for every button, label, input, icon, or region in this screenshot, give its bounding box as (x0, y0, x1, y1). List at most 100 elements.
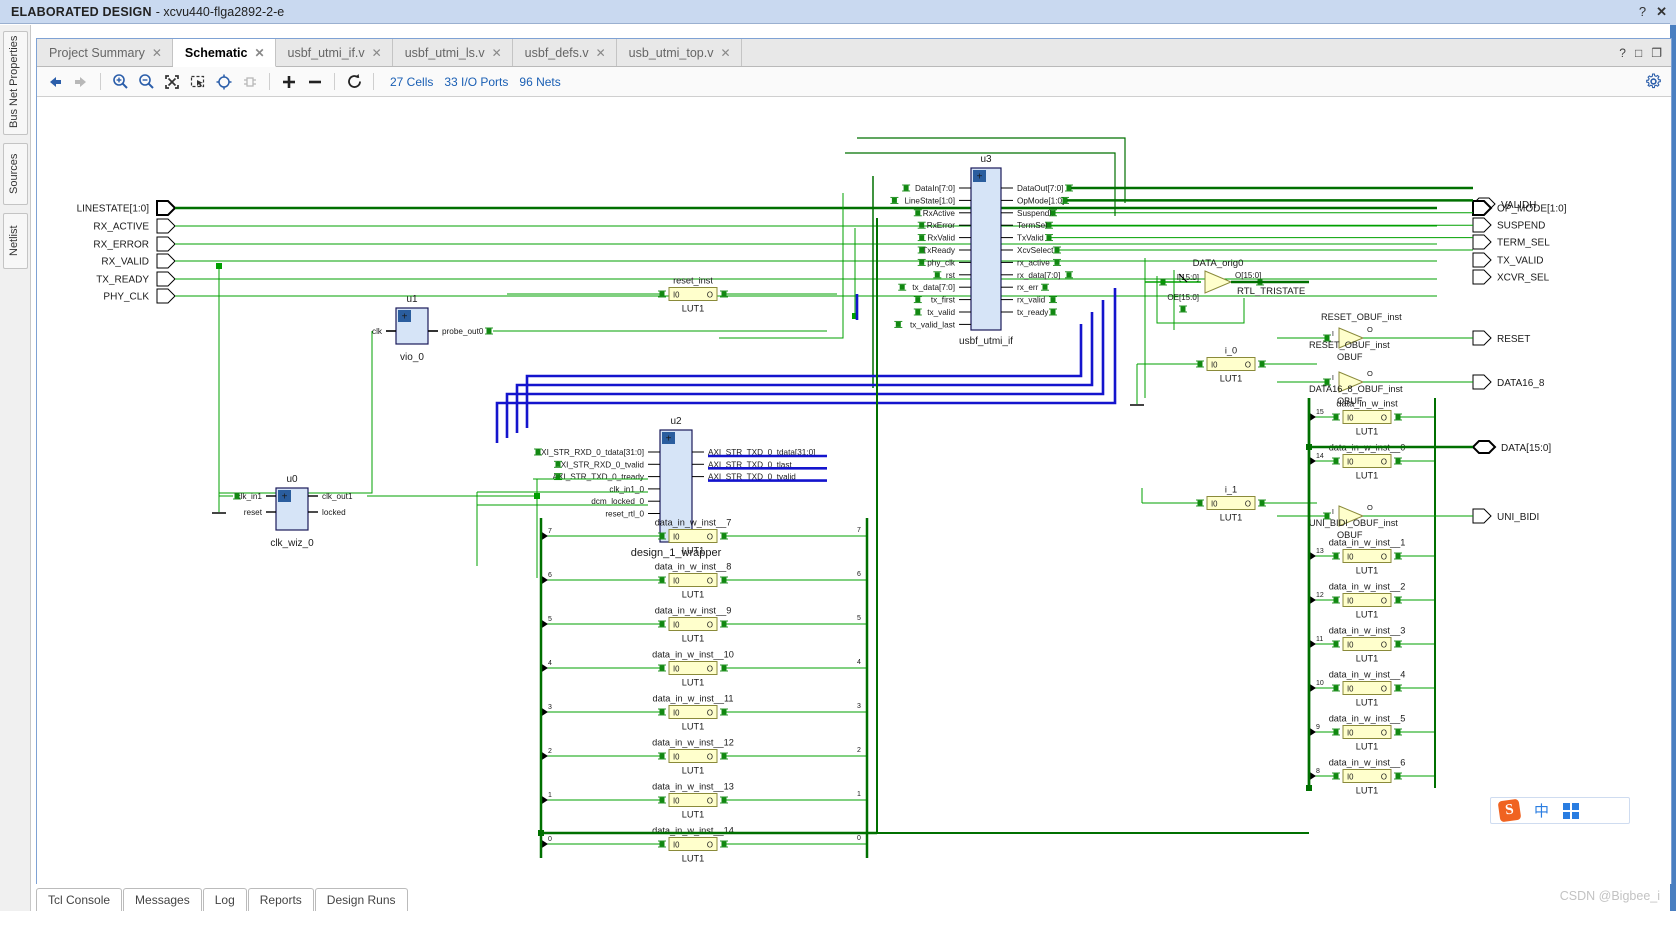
input-port-label: RX_ACTIVE (93, 222, 149, 233)
close-icon[interactable]: ✕ (372, 46, 382, 60)
bit-index-label: 6 (548, 572, 552, 579)
pin-marker (1395, 597, 1401, 603)
pin-marker (1395, 414, 1401, 420)
close-icon[interactable]: ✕ (152, 46, 162, 60)
bit-index-label: 0 (857, 835, 861, 842)
pin-marker (1197, 500, 1203, 506)
pin-marker (1066, 185, 1072, 191)
tab-schematic[interactable]: Schematic ✕ (172, 39, 276, 67)
expand-icon[interactable]: + (402, 312, 408, 323)
lut-input-pin-label: I0 (673, 752, 680, 761)
u3-input-pin-label: tx_data[7:0] (912, 283, 955, 292)
bottom-tab-design-runs[interactable]: Design Runs (314, 888, 408, 911)
schematic-canvas[interactable]: LINESTATE[1:0] RX_ACTIVE RX_ERROR RX_VALID T… (37, 98, 1671, 884)
zoom-area-icon[interactable] (186, 71, 210, 93)
output-port-symbol-data[interactable] (1471, 440, 1497, 454)
expand-icon[interactable]: + (282, 492, 288, 503)
sidebar-item-sources[interactable]: Sources (3, 143, 28, 205)
sidebar-item-bus-net-properties[interactable]: Bus Net Properties (3, 31, 28, 135)
pin-marker (721, 753, 727, 759)
sidebar-item-netlist[interactable]: Netlist (3, 213, 28, 269)
output-port-label: OP_MODE[1:0] (1497, 204, 1567, 215)
ioport-count-link[interactable]: 33 I/O Ports (444, 75, 508, 89)
zoom-selection-icon[interactable] (212, 71, 236, 93)
zoom-in-icon[interactable] (108, 71, 132, 93)
bit-index-label: 3 (548, 704, 552, 711)
panel-help-icon[interactable]: ? (1619, 46, 1626, 60)
toolbar-divider (334, 73, 335, 90)
expand-icon[interactable]: + (977, 172, 983, 183)
output-port-symbol-uni-bidi[interactable] (1472, 508, 1492, 524)
pin-marker (721, 665, 727, 671)
tab-usbf-utmi-ls-v[interactable]: usbf_utmi_ls.v ✕ (392, 39, 513, 66)
close-icon[interactable]: ✕ (596, 46, 606, 60)
obuf-label: RESET_OBUF_inst (1321, 312, 1402, 322)
bit-index-label: 7 (857, 527, 861, 534)
lut-input-pin-label: I0 (673, 664, 680, 673)
pin-marker (1333, 553, 1339, 559)
ime-mode-icon[interactable]: 中 (1534, 800, 1549, 821)
expand-icon[interactable] (277, 71, 301, 93)
output-port-symbol[interactable] (1472, 252, 1492, 268)
ime-toolbar[interactable]: S 中 (1490, 797, 1630, 824)
output-port-symbol[interactable] (1472, 217, 1492, 233)
instance-block-u3[interactable] (970, 167, 1002, 331)
tab-usb-utmi-top-v[interactable]: usb_utmi_top.v ✕ (616, 39, 742, 66)
zoom-fit-icon[interactable] (160, 71, 184, 93)
output-port-symbol-reset[interactable] (1472, 330, 1492, 346)
lut-type-label: LUT1 (682, 590, 704, 600)
cell-properties-icon[interactable] (238, 71, 262, 93)
input-port-symbol[interactable] (156, 288, 176, 304)
schematic-drawing[interactable]: LINESTATE[1:0] RX_ACTIVE RX_ERROR RX_VALID T… (37, 98, 1671, 884)
lut-type-label: LUT1 (682, 722, 704, 732)
lut-input-pin-label: I0 (673, 620, 680, 629)
panel-float-icon[interactable]: ❐ (1651, 46, 1662, 60)
instance-name-label: vio_0 (400, 352, 424, 363)
output-port-symbol-data16-8[interactable] (1472, 374, 1492, 390)
lut-input-pin-label: I0 (1347, 772, 1354, 781)
close-icon[interactable]: ✕ (720, 46, 730, 60)
cell-count-link[interactable]: 27 Cells (390, 75, 433, 89)
bottom-tab-messages[interactable]: Messages (123, 888, 202, 911)
forward-arrow-icon[interactable] (69, 71, 93, 93)
collapse-icon[interactable] (303, 71, 327, 93)
input-port-symbol[interactable] (156, 236, 176, 252)
bottom-tab-log[interactable]: Log (202, 888, 247, 911)
close-icon[interactable]: ✕ (254, 46, 264, 60)
bottom-tab-tcl-console[interactable]: Tcl Console (36, 888, 123, 911)
output-port-symbol[interactable] (1472, 269, 1492, 285)
panel-maximize-icon[interactable]: □ (1635, 46, 1642, 60)
tab-project-summary[interactable]: Project Summary ✕ (37, 39, 173, 66)
gear-icon[interactable] (1641, 71, 1665, 93)
u3-output-pin-label: rx_active (1017, 258, 1050, 267)
tristate-symbol[interactable] (1204, 270, 1233, 294)
ime-apps-icon[interactable] (1563, 802, 1580, 819)
reload-icon[interactable] (342, 71, 366, 93)
pin-marker (659, 665, 665, 671)
input-port-symbol[interactable] (156, 200, 177, 216)
net-count-link[interactable]: 96 Nets (519, 75, 560, 89)
lut-instance-label: data_in_w_inst__9 (655, 606, 732, 616)
pin-marker (659, 709, 665, 715)
tab-usbf-defs-v[interactable]: usbf_defs.v ✕ (512, 39, 617, 66)
output-port-label: DATA[15:0] (1501, 443, 1551, 454)
back-arrow-icon[interactable] (43, 71, 67, 93)
bottom-tab-reports[interactable]: Reports (247, 888, 314, 911)
tab-usbf-utmi-if-v[interactable]: usbf_utmi_if.v ✕ (275, 39, 393, 66)
lut-input-pin-label: I0 (1347, 552, 1354, 561)
help-icon[interactable]: ? (1639, 4, 1646, 19)
expand-icon[interactable]: + (666, 434, 672, 445)
lut-type-label: LUT1 (682, 766, 704, 776)
zoom-out-icon[interactable] (134, 71, 158, 93)
close-icon[interactable]: ✕ (1656, 4, 1667, 20)
pin-marker (1050, 210, 1056, 216)
u3-input-pin-label: tx_valid_last (910, 320, 956, 329)
sogou-logo-icon[interactable]: S (1497, 798, 1522, 823)
input-port-symbol[interactable] (156, 253, 176, 269)
input-port-label: RX_ERROR (93, 240, 149, 251)
output-port-symbol[interactable] (1472, 234, 1492, 250)
tristate-oe-pin-label: OE[15:0] (1167, 293, 1199, 302)
input-port-symbol[interactable] (156, 218, 176, 234)
close-icon[interactable]: ✕ (492, 46, 502, 60)
input-port-symbol[interactable] (156, 271, 176, 287)
